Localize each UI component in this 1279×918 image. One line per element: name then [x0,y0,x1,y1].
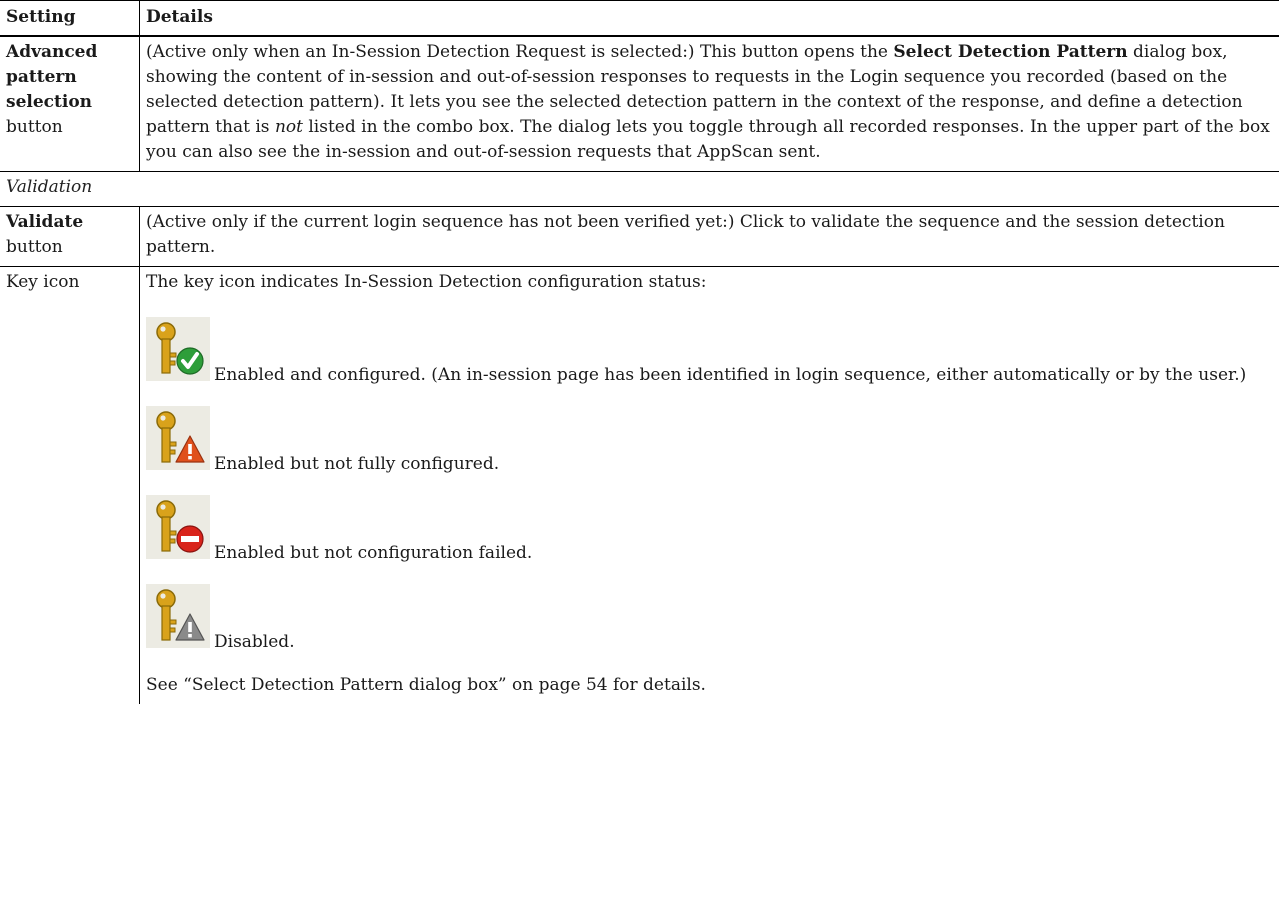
see-also-reference: See “Select Detection Pattern dialog box… [146,675,706,695]
emphasis-word: not [274,117,303,137]
status-text: Enabled but not configuration failed. [214,543,533,563]
table-row: Validate button (Active only if the curr… [0,206,1279,267]
section-row: Validation [0,171,1279,207]
setting-type: button [6,237,63,257]
dialog-name: Select Detection Pattern [893,42,1128,62]
table-header-row: Setting Details [0,0,1279,37]
setting-advanced-pattern: Advanced pattern selection button [0,35,140,172]
status-text: Disabled. [214,632,295,652]
key-warning-icon [146,406,210,470]
header-setting: Setting [0,0,140,37]
setting-key-icon: Key icon [0,266,140,704]
details-key-icon: The key icon indicates In-Session Detect… [139,266,1279,704]
setting-validate: Validate button [0,206,140,267]
status-enabled-partial: Enabled but not fully configured. [146,406,1273,477]
status-disabled: Disabled. [146,584,1273,655]
table-row: Key icon The key icon indicates In-Sessi… [0,266,1279,704]
setting-name-line: Advanced [6,42,98,62]
status-text: Enabled and configured. (An in-session p… [214,365,1247,385]
status-enabled-configured: Enabled and configured. (An in-session p… [146,317,1273,388]
details-text: listed in the combo box. The dialog lets… [146,117,1270,162]
details-advanced-pattern: (Active only when an In-Session Detectio… [139,35,1279,172]
table-row: Advanced pattern selection button (Activ… [0,35,1279,172]
key-error-icon [146,495,210,559]
setting-name-line: pattern [6,67,77,87]
status-enabled-failed: Enabled but not configuration failed. [146,495,1273,566]
setting-name-line: Validate [6,212,84,232]
details-text: (Active only when an In-Session Detectio… [146,42,894,62]
section-validation: Validation [0,171,1279,207]
header-details: Details [139,0,1279,37]
details-validate: (Active only if the current login sequen… [139,206,1279,267]
settings-table: Setting Details Advanced pattern selecti… [0,0,1279,704]
setting-name-line: selection [6,92,93,112]
key-intro: The key icon indicates In-Session Detect… [146,272,707,292]
setting-type: button [6,117,63,137]
key-disabled-icon [146,584,210,648]
status-text: Enabled but not fully configured. [214,454,500,474]
key-check-icon [146,317,210,381]
